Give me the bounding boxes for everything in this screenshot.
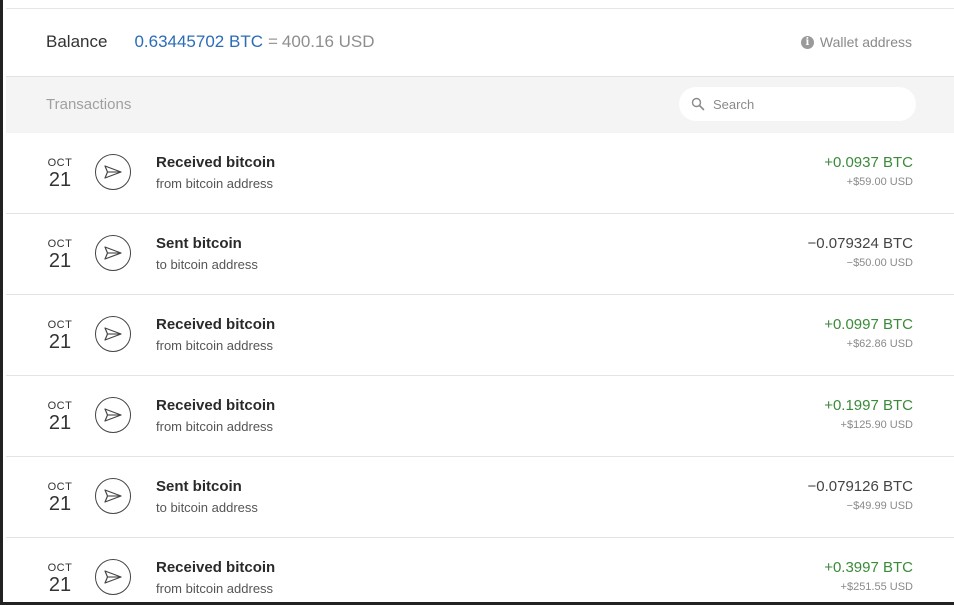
transaction-month: OCT [47, 562, 73, 574]
transaction-amount-btc: +0.0937 BTC [824, 154, 913, 171]
balance-row: Balance 0.63445702 BTC = 400.16 USD i Wa… [6, 8, 954, 77]
transaction-amount-btc: +0.3997 BTC [824, 559, 913, 576]
search-input[interactable] [713, 96, 893, 112]
transaction-subtitle: to bitcoin address [156, 500, 258, 515]
transaction-amount-usd: +$62.86 USD [846, 338, 913, 350]
transaction-title: Received bitcoin [156, 316, 276, 333]
paper-plane-icon [95, 559, 131, 595]
transactions-list: OCT 21 Received bitcoin from bitcoin add… [6, 133, 954, 602]
search-icon [691, 97, 705, 111]
paper-plane-icon [95, 154, 131, 190]
transaction-subtitle: from bitcoin address [156, 176, 274, 191]
transaction-day: 21 [48, 250, 72, 272]
transaction-amount-usd: +$251.55 USD [840, 581, 913, 593]
search-box[interactable] [679, 87, 916, 121]
transaction-month: OCT [47, 400, 73, 412]
transaction-date: OCT 21 [44, 400, 76, 434]
transaction-subtitle: from bitcoin address [156, 338, 274, 353]
wallet-address-link[interactable]: i Wallet address [800, 34, 912, 50]
transaction-amount-btc: +0.1997 BTC [824, 397, 913, 414]
transaction-row[interactable]: OCT 21 Received bitcoin from bitcoin add… [6, 376, 954, 457]
transaction-month: OCT [47, 238, 73, 250]
balance-usd-value: 400.16 USD [281, 32, 375, 51]
info-icon: i [800, 35, 814, 49]
paper-plane-icon [95, 235, 131, 271]
transaction-date: OCT 21 [44, 481, 76, 515]
transaction-amount-usd: +$125.90 USD [840, 419, 913, 431]
transaction-row[interactable]: OCT 21 Received bitcoin from bitcoin add… [6, 538, 954, 602]
transaction-title: Received bitcoin [156, 154, 276, 171]
transaction-subtitle: from bitcoin address [156, 581, 274, 596]
balance-equals-sign: = [267, 32, 278, 51]
transaction-amount-usd: −$50.00 USD [846, 257, 913, 269]
transaction-date: OCT 21 [44, 319, 76, 353]
transaction-title: Received bitcoin [156, 397, 276, 414]
wallet-address-label: Wallet address [819, 34, 912, 50]
paper-plane-icon [95, 397, 131, 433]
transaction-amount-btc: +0.0997 BTC [824, 316, 913, 333]
transaction-subtitle: to bitcoin address [156, 257, 258, 272]
balance-label: Balance [46, 32, 108, 51]
transaction-amount-usd: +$59.00 USD [846, 176, 913, 188]
transaction-title: Received bitcoin [156, 559, 276, 576]
transaction-day: 21 [48, 412, 72, 434]
transactions-header: Transactions [6, 77, 954, 133]
transaction-amount-usd: −$49.99 USD [846, 500, 913, 512]
transaction-day: 21 [48, 574, 72, 596]
transaction-title: Sent bitcoin [156, 235, 242, 252]
transaction-day: 21 [48, 493, 72, 515]
transaction-row[interactable]: OCT 21 Sent bitcoin to bitcoin address −… [6, 214, 954, 295]
transaction-day: 21 [48, 169, 72, 191]
transaction-day: 21 [48, 331, 72, 353]
transaction-amount-btc: −0.079324 BTC [807, 235, 914, 252]
transaction-title: Sent bitcoin [156, 478, 242, 495]
transaction-month: OCT [47, 319, 73, 331]
transaction-amount-btc: −0.079126 BTC [807, 478, 914, 495]
transaction-row[interactable]: OCT 21 Received bitcoin from bitcoin add… [6, 133, 954, 214]
transaction-row[interactable]: OCT 21 Received bitcoin from bitcoin add… [6, 295, 954, 376]
wallet-panel: Balance 0.63445702 BTC = 400.16 USD i Wa… [0, 0, 954, 605]
transactions-title: Transactions [46, 96, 132, 113]
transaction-month: OCT [47, 157, 73, 169]
transaction-date: OCT 21 [44, 157, 76, 191]
transaction-row[interactable]: OCT 21 Sent bitcoin to bitcoin address −… [6, 457, 954, 538]
paper-plane-icon [95, 478, 131, 514]
paper-plane-icon [95, 316, 131, 352]
transaction-date: OCT 21 [44, 238, 76, 272]
transaction-subtitle: from bitcoin address [156, 419, 274, 434]
balance-btc-value: 0.63445702 BTC [134, 32, 263, 51]
transaction-month: OCT [47, 481, 73, 493]
transaction-date: OCT 21 [44, 562, 76, 596]
